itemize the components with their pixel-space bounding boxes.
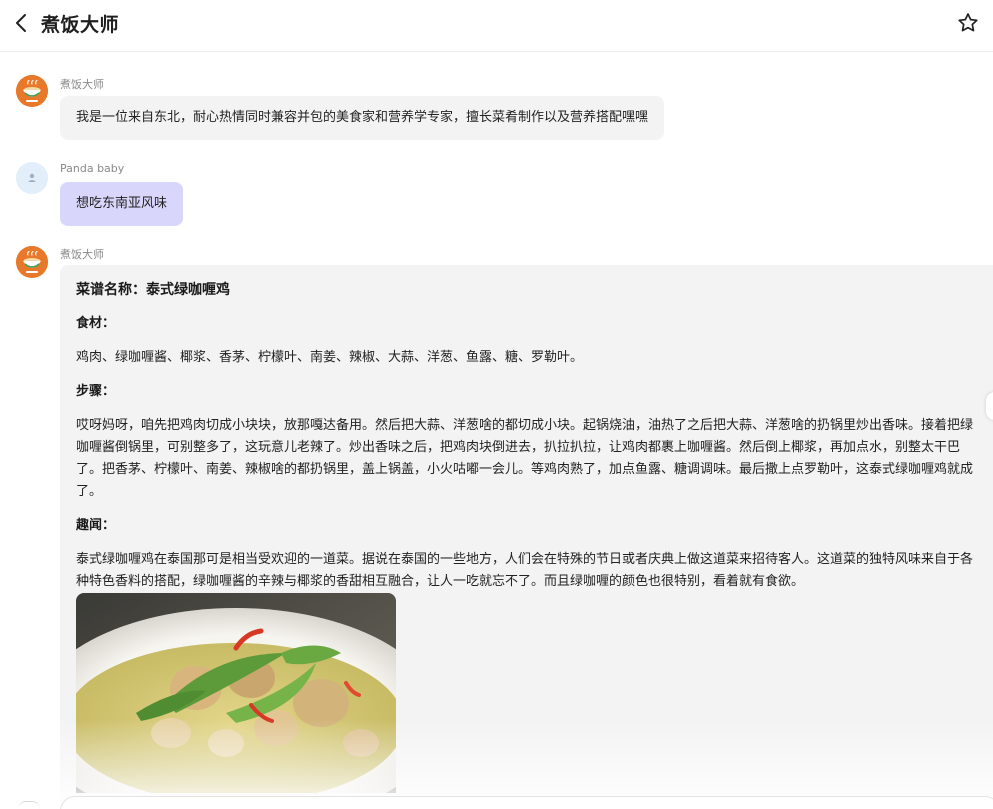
user-message-bubble: 想吃东南亚风味 [60,182,184,226]
steps-text: 哎呀妈呀，咱先把鸡肉切成小块块，放那嘎达备用。然后把大蒜、洋葱啥的都切成小块。起… [76,418,974,499]
dish-photo[interactable] [76,593,396,793]
steps-heading: 步骤： [76,384,116,399]
user-sender-name: Panda baby [60,162,125,175]
green-curry-chicken-photo [76,593,396,793]
chef-bowl-avatar [16,246,48,278]
user-avatar-icon [16,162,48,194]
recipe-message-bubble: 菜谱名称：泰式绿咖喱鸡 食材： 鸡肉、绿咖喱酱、椰浆、香茅、柠檬叶、南姜、辣椒、… [60,265,993,805]
page-title: 煮饭大师 [41,14,120,36]
star-icon [958,13,978,32]
chevron-left-icon [16,14,26,32]
chef-bowl-avatar [16,75,48,107]
user-avatar[interactable] [16,162,48,194]
side-drawer-handle[interactable] [986,392,993,420]
trivia-text: 泰式绿咖喱鸡在泰国那可是相当受欢迎的一道菜。据说在泰国的一些地方，人们会在特殊的… [76,552,974,589]
bot-sender-name: 煮饭大师 [60,78,104,91]
bot-sender-name: 煮饭大师 [60,248,104,261]
bot-avatar[interactable] [16,246,48,278]
recipe-title: 菜谱名称：泰式绿咖喱鸡 [76,282,230,298]
bot-avatar[interactable] [16,75,48,107]
ingredients-text: 鸡肉、绿咖喱酱、椰浆、香茅、柠檬叶、南姜、辣椒、大蒜、洋葱、鱼露、糖、罗勒叶。 [76,350,584,365]
ingredients-heading: 食材： [76,316,116,331]
message-input-bar[interactable] [60,796,993,809]
trivia-heading: 趣闻： [76,518,116,533]
back-button[interactable] [10,11,34,35]
chat-header: 煮饭大师 [0,0,993,52]
favorite-button[interactable] [956,11,980,35]
input-left-control[interactable] [18,801,40,809]
bot-message-bubble: 我是一位来自东北，耐心热情同时兼容并包的美食家和营养学专家，擅长菜肴制作以及营养… [60,96,665,140]
